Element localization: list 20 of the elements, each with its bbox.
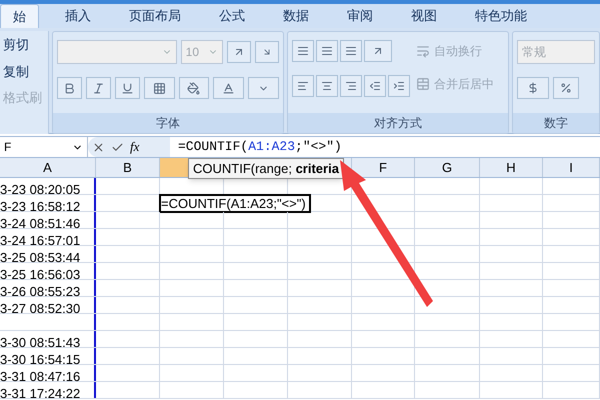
table-cell: 3-31 08:47:16 (0, 369, 80, 384)
table-cell: 3-24 16:57:01 (0, 233, 80, 248)
table-cell: 3-30 16:54:15 (0, 352, 80, 367)
table-cell: 3-24 08:51:46 (0, 216, 80, 231)
table-cell: 3-31 17:24:22 (0, 386, 80, 400)
function-tooltip: COUNTIF(range; criteria (188, 158, 344, 179)
table-cell: 3-26 08:55:23 (0, 284, 80, 299)
name-box-value: F (4, 139, 12, 156)
group-label: 数字 (544, 115, 568, 132)
table-cell: 3-25 08:53:44 (0, 250, 80, 265)
group-label: 字体 (156, 115, 180, 132)
table-cell: 3-30 08:51:43 (0, 335, 80, 350)
number-format-value: 常规 (522, 44, 546, 61)
font-size-value: 10 (186, 44, 200, 61)
table-cell: 3-23 08:20:05 (0, 182, 80, 197)
table-cell: 3-27 08:52:30 (0, 301, 80, 316)
formula-text: =COUNTIF(A1:A23;"<>") (178, 138, 342, 156)
group-label: 对齐方式 (374, 115, 422, 132)
table-cell: 3-25 16:56:03 (0, 267, 80, 282)
table-cell: 3-23 16:58:12 (0, 199, 80, 214)
